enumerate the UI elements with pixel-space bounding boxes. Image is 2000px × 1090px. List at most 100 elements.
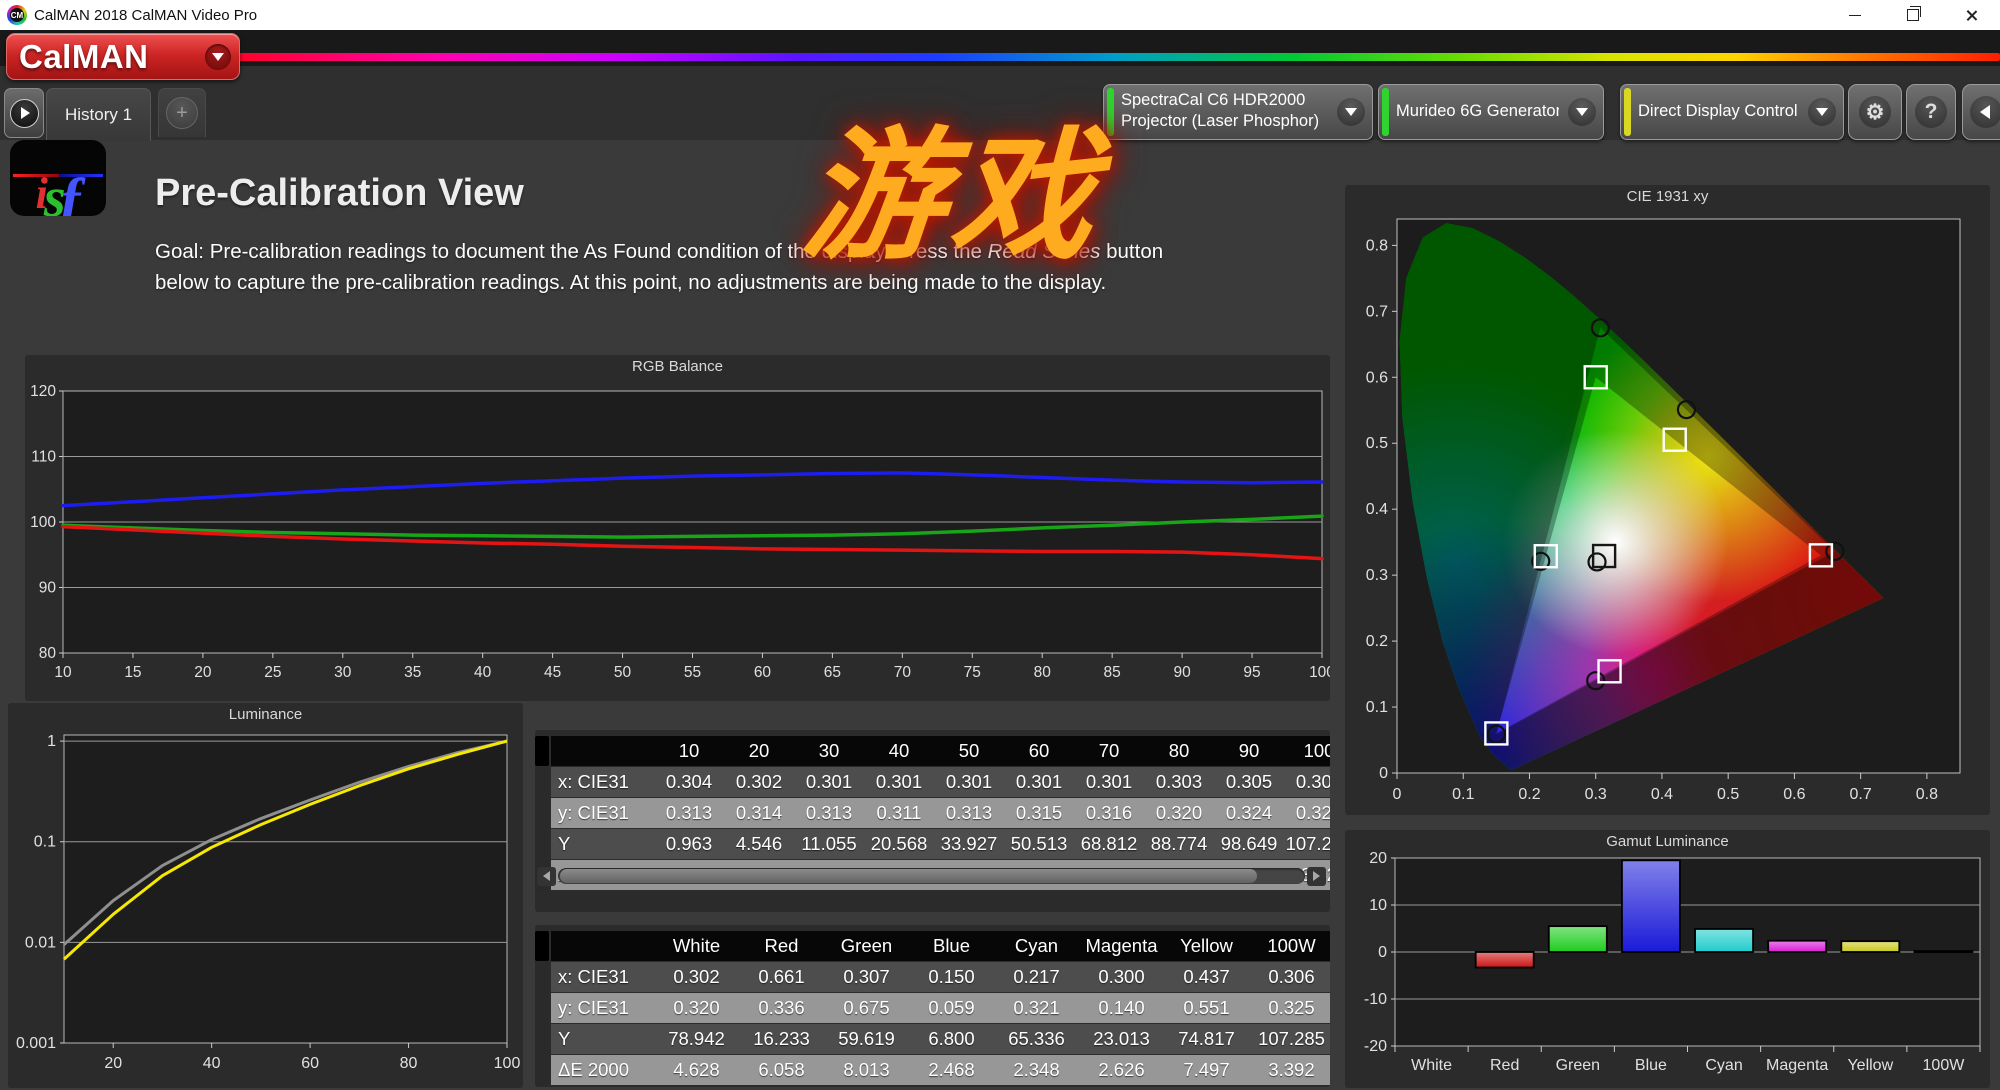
tab-history-1[interactable]: History 1 <box>46 88 152 141</box>
svg-text:Blue: Blue <box>1635 1057 1667 1074</box>
svg-text:10: 10 <box>54 664 72 681</box>
table-row: Y 0.963 4.546 11.055 20.568 33.927 50.513 68.81… <box>535 829 1330 859</box>
row-label: Y <box>551 829 654 859</box>
table-cell: 68.812 <box>1074 829 1144 859</box>
column-header: Blue <box>909 931 994 961</box>
svg-text:100: 100 <box>30 514 56 531</box>
table-cell: 0.320 <box>1144 798 1214 828</box>
svg-text:40: 40 <box>474 664 492 681</box>
svg-text:0.5: 0.5 <box>1717 786 1739 803</box>
table-cell: 2.468 <box>909 1055 994 1085</box>
svg-text:0: 0 <box>1379 765 1388 782</box>
table-cell: 0.306 <box>1249 962 1330 992</box>
chart-title: Luminance <box>228 706 303 723</box>
chart-title: RGB Balance <box>632 358 723 375</box>
table-cell: 0.305 <box>1214 767 1284 797</box>
row-handle <box>535 736 549 766</box>
table-cell: 0.661 <box>739 962 824 992</box>
close-button[interactable] <box>1942 0 2000 30</box>
table-cell: 0.304 <box>654 767 724 797</box>
table-cell: 0.326 <box>1284 798 1330 828</box>
table-cell: 0.325 <box>1249 993 1330 1023</box>
settings-button[interactable]: ⚙ <box>1848 84 1902 140</box>
row-handle[interactable] <box>535 1055 549 1085</box>
collapse-panel-button[interactable] <box>1962 84 2000 140</box>
table-row: x: CIE31 0.302 0.661 0.307 0.150 0.217 0.300 0.… <box>535 962 1330 992</box>
table-cell: 0.306 <box>1284 767 1330 797</box>
app-header-band <box>0 30 2000 66</box>
bar-red <box>1474 951 1535 969</box>
row-label: y: CIE31 <box>551 798 654 828</box>
minimize-icon <box>1849 14 1861 16</box>
watermark-text: 游戏 <box>796 117 1107 276</box>
gear-icon: ⚙ <box>1859 96 1891 128</box>
table-cell: 0.963 <box>654 829 724 859</box>
svg-text:White: White <box>1411 1057 1452 1074</box>
svg-text:0.2: 0.2 <box>1518 786 1540 803</box>
row-handle[interactable] <box>535 829 549 859</box>
table-cell: 6.800 <box>909 1024 994 1054</box>
help-button[interactable]: ? <box>1906 84 1956 140</box>
table-cell: 0.324 <box>1214 798 1284 828</box>
table-row: y: CIE31 0.313 0.314 0.313 0.311 0.313 0.315 0.… <box>535 798 1330 828</box>
scrollbar-thumb[interactable] <box>560 869 1257 883</box>
svg-text:75: 75 <box>964 664 981 681</box>
table-cell: 0.301 <box>1004 767 1074 797</box>
table-cell: 107.285 <box>1284 829 1330 859</box>
table-cell: 3.392 <box>1249 1055 1330 1085</box>
column-header: 100 <box>1284 736 1330 766</box>
row-handle[interactable] <box>535 767 549 797</box>
table-cell: 0.313 <box>934 798 1004 828</box>
svg-text:30: 30 <box>334 664 352 681</box>
workflow-nav-button[interactable] <box>4 88 44 138</box>
table-row: y: CIE31 0.320 0.336 0.675 0.059 0.321 0.140 0.… <box>535 993 1330 1023</box>
table-cell: 107.285 <box>1249 1024 1330 1054</box>
svg-text:35: 35 <box>404 664 421 681</box>
svg-text:0.4: 0.4 <box>1651 786 1673 803</box>
table-cell: 2.626 <box>1079 1055 1164 1085</box>
row-handle[interactable] <box>535 1024 549 1054</box>
svg-text:1: 1 <box>47 733 56 750</box>
scrollbar-track[interactable] <box>558 868 1305 884</box>
add-tab-button[interactable]: + <box>158 88 206 137</box>
svg-text:0.001: 0.001 <box>16 1035 56 1052</box>
calman-menu-button[interactable]: CalMAN <box>6 33 240 80</box>
table-horizontal-scrollbar[interactable] <box>537 866 1326 886</box>
generator-dropdown[interactable]: Murideo 6G Generator <box>1378 84 1604 140</box>
scroll-right-button[interactable] <box>1307 866 1326 886</box>
triangle-left-icon <box>543 871 550 881</box>
svg-text:Magenta: Magenta <box>1766 1057 1828 1074</box>
row-handle[interactable] <box>535 993 549 1023</box>
table-cell: 0.303 <box>1144 767 1214 797</box>
close-icon <box>1965 9 1978 22</box>
svg-text:0.7: 0.7 <box>1366 303 1388 320</box>
svg-text:120: 120 <box>30 383 56 400</box>
meter-source-label: SpectraCal C6 HDR2000 Projector (Laser Ph… <box>1121 91 1320 130</box>
svg-text:80: 80 <box>400 1055 418 1072</box>
display-status-stripe <box>1624 88 1631 136</box>
svg-text:-20: -20 <box>1364 1038 1387 1055</box>
table-header-row: 10 20 30 40 50 60 70 80 90 100 <box>535 736 1330 766</box>
minimize-button[interactable] <box>1826 0 1884 30</box>
row-handle[interactable] <box>535 962 549 992</box>
column-header: 50 <box>934 736 1004 766</box>
svg-text:Green: Green <box>1556 1057 1600 1074</box>
svg-text:0.1: 0.1 <box>34 834 56 851</box>
restore-button[interactable] <box>1884 0 1942 30</box>
svg-text:Yellow: Yellow <box>1847 1057 1893 1074</box>
luminance-chart-panel: Luminance 1 0.1 0.01 0.001 20 40 60 80 100 <box>8 703 523 1088</box>
svg-text:90: 90 <box>1173 664 1191 681</box>
table-cell: 0.551 <box>1164 993 1249 1023</box>
svg-text:0.2: 0.2 <box>1366 633 1388 650</box>
row-handle <box>535 931 549 961</box>
table-cell: 11.055 <box>794 829 864 859</box>
scroll-left-button[interactable] <box>537 866 556 886</box>
display-control-dropdown[interactable]: Direct Display Control <box>1620 84 1844 140</box>
row-handle[interactable] <box>535 798 549 828</box>
table-cell: 16.233 <box>739 1024 824 1054</box>
row-label: x: CIE31 <box>551 962 654 992</box>
plus-icon: + <box>166 97 198 129</box>
meter-source-dropdown[interactable]: SpectraCal C6 HDR2000 Projector (Laser Ph… <box>1103 84 1373 140</box>
row-label: y: CIE31 <box>551 993 654 1023</box>
table-cell: 0.320 <box>654 993 739 1023</box>
